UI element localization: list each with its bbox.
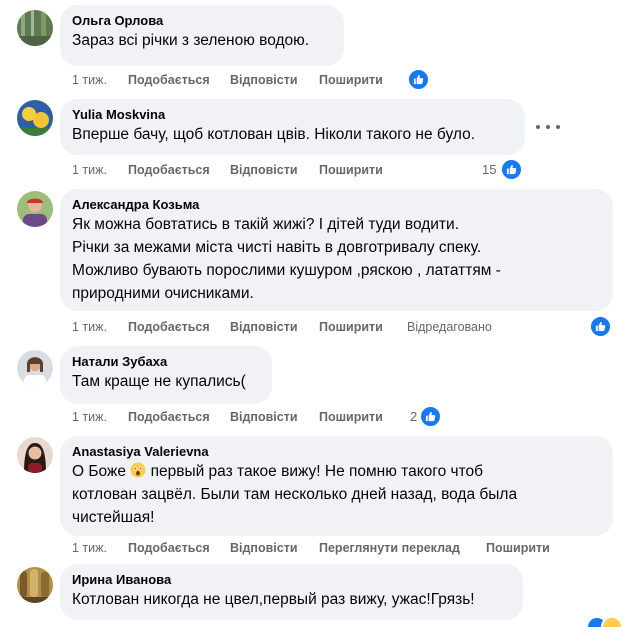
reply-button[interactable]: Відповісти [230,407,298,427]
avatar[interactable] [17,437,53,473]
comment-text: Зараз всі річки з зеленою водою. [72,32,310,49]
comment-bubble: Александра Козьма Як можна бовтатись в т… [60,189,613,311]
comment-author[interactable]: Ольга Орлова [72,12,332,29]
comment-bubble: Ирина Иванова Котлован никогда не цвел,п… [60,564,523,620]
comment-author[interactable]: Александра Козьма [72,196,601,213]
edited-label[interactable]: Відредаговано [407,317,492,337]
comment-author[interactable]: Натали Зубаха [72,353,260,370]
thumbs-up-icon[interactable] [500,158,523,181]
like-button[interactable]: Подобається [128,407,210,427]
comment-time[interactable]: 1 тиж. [72,538,107,558]
thumbs-up-icon[interactable] [407,68,430,91]
comment-text: О Боже первый раз такое вижу! Не помню т… [72,460,601,529]
more-options-icon[interactable] [536,119,560,135]
comment-time[interactable]: 1 тиж. [72,160,107,180]
comment-author[interactable]: Anastasiya Valerievna [72,443,601,460]
comment-text: Вперше бачу, щоб котлован цвів. Ніколи т… [72,126,476,143]
avatar[interactable] [17,350,53,386]
reply-button[interactable]: Відповісти [230,160,298,180]
like-button[interactable]: Подобається [128,70,210,90]
comment-text: Як можна бовтатись в такій жижі? І дітей… [72,216,501,302]
share-button[interactable]: Поширити [319,317,383,337]
thumbs-up-icon[interactable] [419,405,442,428]
comment-bubble: Yulia Moskvina Вперше бачу, щоб котлован… [60,99,525,155]
comment-time[interactable]: 1 тиж. [72,407,107,427]
share-button[interactable]: Поширити [319,70,383,90]
like-button[interactable]: Подобається [128,538,210,558]
comment-text: Котлован никогда не цвел,первый раз вижу… [72,591,475,608]
reply-button[interactable]: Відповісти [230,70,298,90]
reply-button[interactable]: Відповісти [230,317,298,337]
reaction-icons[interactable] [586,616,626,627]
like-button[interactable]: Подобається [128,317,210,337]
avatar[interactable] [17,567,53,603]
comment-author[interactable]: Ирина Иванова [72,571,511,588]
comment-bubble: Натали Зубаха Там краще не купались( [60,346,272,404]
like-button[interactable]: Подобається [128,160,210,180]
comment-time[interactable]: 1 тиж. [72,70,107,90]
reply-button[interactable]: Відповісти [230,538,298,558]
avatar[interactable] [17,100,53,136]
see-translation-button[interactable]: Переглянути переклад [319,538,460,558]
share-button[interactable]: Поширити [319,160,383,180]
comment-bubble: Anastasiya Valerievna О Боже первый раз … [60,436,613,536]
reaction-count[interactable]: 2 [410,407,417,427]
comment-text: Там краще не купались( [72,373,246,390]
comment-bubble: Ольга Орлова Зараз всі річки з зеленою в… [60,5,344,66]
comment-author[interactable]: Yulia Moskvina [72,106,513,123]
share-button[interactable]: Поширити [319,407,383,427]
comment-text-start: О Боже [72,463,131,480]
astonished-face-emoji [130,462,146,478]
avatar[interactable] [17,10,53,46]
reaction-count[interactable]: 15 [482,160,496,180]
comment-time[interactable]: 1 тиж. [72,317,107,337]
share-button[interactable]: Поширити [486,538,550,558]
avatar[interactable] [17,191,53,227]
thumbs-up-icon[interactable] [589,315,612,338]
